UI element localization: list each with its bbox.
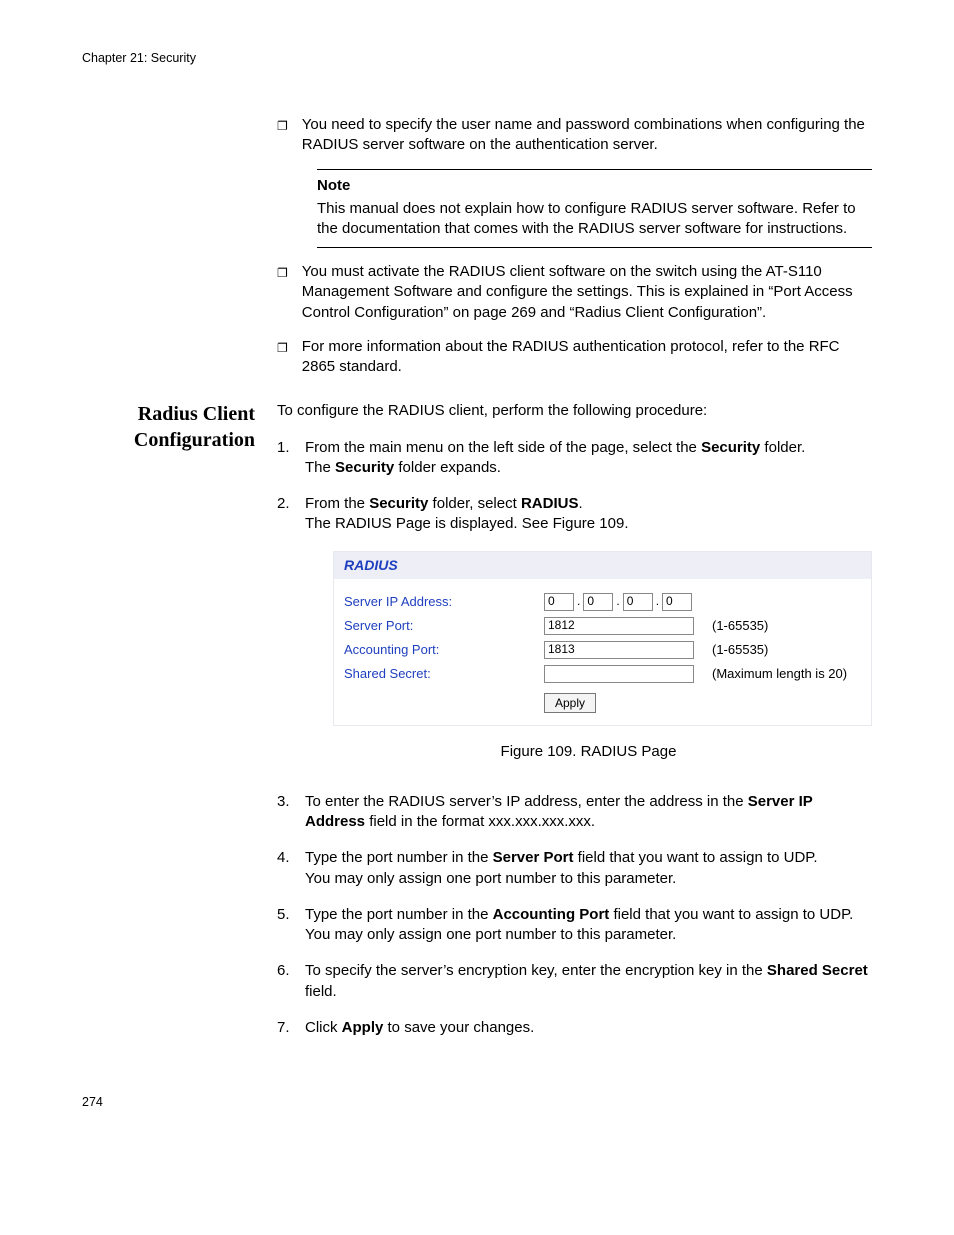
figure-caption: Figure 109. RADIUS Page <box>305 742 872 762</box>
chapter-header: Chapter 21: Security <box>82 50 872 67</box>
note-box: Note This manual does not explain how to… <box>317 169 872 248</box>
bullet-text: You must activate the RADIUS client soft… <box>302 262 872 323</box>
hint-server-port: (1-65535) <box>712 617 768 635</box>
hint-shared-secret: (Maximum length is 20) <box>712 665 847 683</box>
hint-accounting-port: (1-65535) <box>712 641 768 659</box>
input-ip-4[interactable]: 0 <box>662 593 692 611</box>
step-7: Click Apply to save your changes. <box>277 1018 872 1038</box>
step-6: To specify the server’s encryption key, … <box>277 961 872 1002</box>
label-shared-secret: Shared Secret: <box>344 665 544 683</box>
section-heading: Radius Client Configuration <box>82 401 277 453</box>
input-ip-1[interactable]: 0 <box>544 593 574 611</box>
step-2: From the Security folder, select RADIUS.… <box>277 494 872 776</box>
radius-panel: RADIUS Server IP Address: 0. 0. 0. 0 Ser… <box>333 551 872 726</box>
bullet-list-top: You need to specify the user name and pa… <box>277 115 872 156</box>
label-server-ip: Server IP Address: <box>344 593 544 611</box>
figure-109: RADIUS Server IP Address: 0. 0. 0. 0 Ser… <box>333 551 872 726</box>
label-accounting-port: Accounting Port: <box>344 641 544 659</box>
note-body: This manual does not explain how to conf… <box>317 199 872 240</box>
radius-panel-title: RADIUS <box>334 552 871 579</box>
input-accounting-port[interactable]: 1813 <box>544 641 694 659</box>
input-ip-2[interactable]: 0 <box>583 593 613 611</box>
apply-button[interactable]: Apply <box>544 693 596 713</box>
bullet-list-bottom: You must activate the RADIUS client soft… <box>277 262 872 377</box>
bullet-text: For more information about the RADIUS au… <box>302 337 872 378</box>
step-3: To enter the RADIUS server’s IP address,… <box>277 792 872 833</box>
step-1: From the main menu on the left side of t… <box>277 438 872 479</box>
step-4: Type the port number in the Server Port … <box>277 848 872 889</box>
intro-paragraph: To configure the RADIUS client, perform … <box>277 401 872 421</box>
page-number: 274 <box>82 1094 872 1111</box>
input-ip-3[interactable]: 0 <box>623 593 653 611</box>
input-server-port[interactable]: 1812 <box>544 617 694 635</box>
bullet-text: You need to specify the user name and pa… <box>302 115 872 156</box>
step-5: Type the port number in the Accounting P… <box>277 905 872 946</box>
procedure-steps: From the main menu on the left side of t… <box>277 438 872 1039</box>
input-shared-secret[interactable] <box>544 665 694 683</box>
label-server-port: Server Port: <box>344 617 544 635</box>
note-title: Note <box>317 176 872 196</box>
